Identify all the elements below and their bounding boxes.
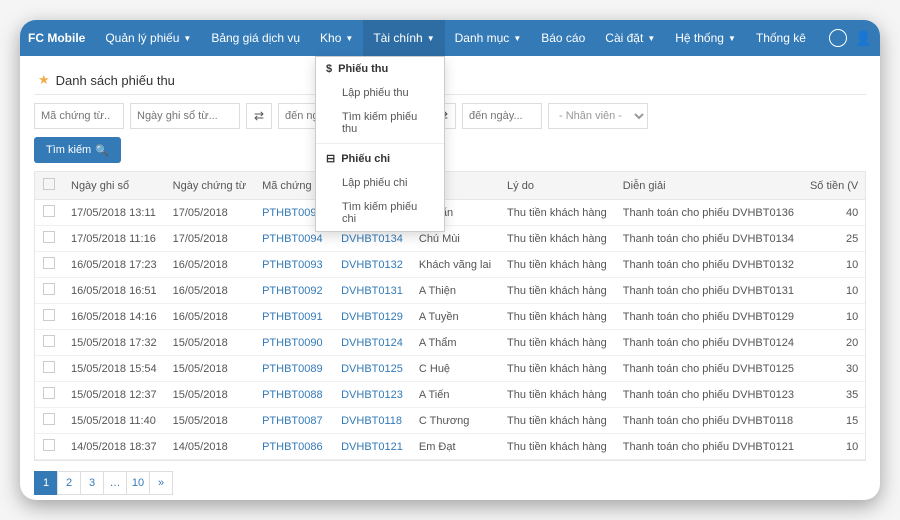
row-checkbox[interactable] — [43, 387, 55, 399]
table-row[interactable]: 14/05/2018 18:3714/05/2018PTHBT0086DVHBT… — [35, 434, 866, 460]
row-checkbox[interactable] — [43, 205, 55, 217]
dropdown-section-payments: ⊟ Phiếu chi — [316, 146, 444, 171]
col-header: Ngày ghi sổ — [63, 172, 165, 200]
main-navbar: FC Mobile Quản lý phiếu▼Bảng giá dịch vụ… — [20, 20, 880, 56]
col-header: Lý do — [499, 172, 615, 200]
nav-thống-kê[interactable]: Thống kê — [746, 20, 816, 56]
search-icon: 🔍 — [95, 144, 109, 157]
filter-bar: ⇄ ⇄ - Nhân viên - — [34, 103, 866, 129]
user-icon[interactable]: 👤 — [855, 30, 872, 47]
page-2[interactable]: 2 — [57, 471, 81, 495]
row-checkbox[interactable] — [43, 439, 55, 451]
filter-posted-from[interactable] — [130, 103, 240, 129]
col-header: Số tiền (V — [802, 172, 866, 200]
caret-icon: ▼ — [728, 34, 736, 43]
panel-title: ★ Danh sách phiếu thu — [34, 66, 866, 95]
table-row[interactable]: 16/05/2018 16:5116/05/2018PTHBT0092DVHBT… — [35, 278, 866, 304]
star-icon: ★ — [38, 72, 50, 88]
caret-icon: ▼ — [183, 34, 191, 43]
table-row[interactable]: 15/05/2018 17:3215/05/2018PTHBT0090DVHBT… — [35, 330, 866, 356]
col-header — [35, 172, 63, 200]
page-10[interactable]: 10 — [126, 471, 150, 495]
row-checkbox[interactable] — [43, 413, 55, 425]
nav-báo-cáo[interactable]: Báo cáo — [531, 20, 595, 56]
select-all-checkbox[interactable] — [43, 178, 55, 190]
dollar-icon: $ — [326, 63, 332, 75]
row-checkbox[interactable] — [43, 361, 55, 373]
swap-posted-range-button[interactable]: ⇄ — [246, 103, 272, 129]
row-checkbox[interactable] — [43, 283, 55, 295]
filter-code-input[interactable] — [34, 103, 124, 129]
app-window: FC Mobile Quản lý phiếu▼Bảng giá dịch vụ… — [20, 20, 880, 500]
caret-icon: ▼ — [513, 34, 521, 43]
nav-kho[interactable]: Kho▼ — [310, 20, 363, 56]
row-checkbox[interactable] — [43, 257, 55, 269]
table-row[interactable]: 17/05/2018 13:1117/05/2018PTHBT0095DVHBT… — [35, 200, 866, 226]
nav-danh-mục[interactable]: Danh mục▼ — [445, 20, 532, 56]
menu-create-payment[interactable]: Lập phiếu chi — [316, 171, 444, 195]
search-button[interactable]: Tìm kiếm 🔍 — [34, 137, 121, 163]
page-1[interactable]: 1 — [34, 471, 58, 495]
nav-quản-lý-phiếu[interactable]: Quản lý phiếu▼ — [95, 20, 201, 56]
page-»[interactable]: » — [149, 471, 173, 495]
globe-icon[interactable] — [829, 29, 847, 47]
caret-icon: ▼ — [647, 34, 655, 43]
nav-bảng-giá-dịch-vụ[interactable]: Bảng giá dịch vụ — [201, 20, 310, 56]
nav-hệ-thống[interactable]: Hệ thống▼ — [665, 20, 746, 56]
nav-cài-đặt[interactable]: Cài đặt▼ — [595, 20, 665, 56]
pagination: 123…10» — [34, 471, 866, 495]
row-checkbox[interactable] — [43, 335, 55, 347]
col-header: Ngày chứng từ — [165, 172, 254, 200]
menu-create-receipt[interactable]: Lập phiếu thu — [316, 81, 444, 105]
results-table: Ngày ghi sổNgày chứng từMã chứng từClLý … — [34, 171, 866, 461]
filter-staff-select[interactable]: - Nhân viên - — [548, 103, 648, 129]
row-checkbox[interactable] — [43, 309, 55, 321]
col-header: Diễn giải — [615, 172, 802, 200]
table-row[interactable]: 17/05/2018 11:1617/05/2018PTHBT0094DVHBT… — [35, 226, 866, 252]
nav-tài-chính[interactable]: Tài chính▼ — [363, 20, 444, 56]
payment-icon: ⊟ — [326, 152, 335, 165]
brand[interactable]: FC Mobile — [28, 31, 85, 45]
caret-icon: ▼ — [427, 34, 435, 43]
menu-search-payment[interactable]: Tìm kiếm phiếu chi — [316, 195, 444, 231]
table-row[interactable]: 15/05/2018 11:4015/05/2018PTHBT0087DVHBT… — [35, 408, 866, 434]
table-row[interactable]: 16/05/2018 14:1616/05/2018PTHBT0091DVHBT… — [35, 304, 866, 330]
menu-search-receipt[interactable]: Tìm kiếm phiếu thu — [316, 105, 444, 141]
finance-dropdown: $ Phiếu thu Lập phiếu thu Tìm kiếm phiếu… — [315, 56, 445, 232]
filter-doc-to[interactable] — [462, 103, 542, 129]
page-3[interactable]: 3 — [80, 471, 104, 495]
page-…[interactable]: … — [103, 471, 127, 495]
table-row[interactable]: 15/05/2018 15:5415/05/2018PTHBT0089DVHBT… — [35, 356, 866, 382]
caret-icon: ▼ — [345, 34, 353, 43]
row-checkbox[interactable] — [43, 231, 55, 243]
table-row[interactable]: 15/05/2018 12:3715/05/2018PTHBT0088DVHBT… — [35, 382, 866, 408]
table-row[interactable]: 16/05/2018 17:2316/05/2018PTHBT0093DVHBT… — [35, 252, 866, 278]
dropdown-section-receipts: $ Phiếu thu — [316, 57, 444, 81]
